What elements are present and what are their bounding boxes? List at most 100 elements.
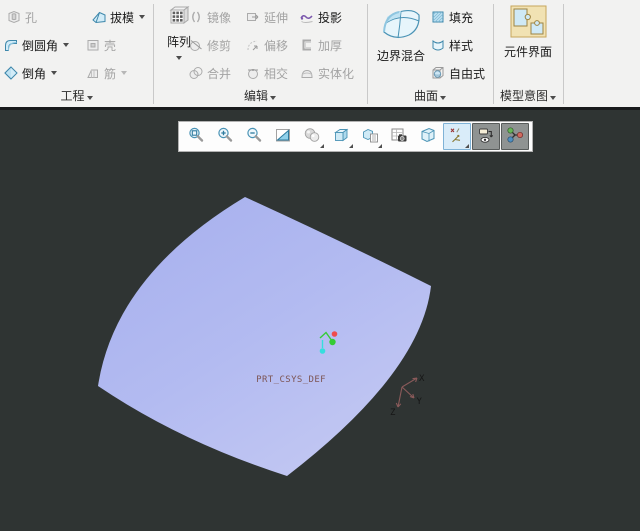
chevron-down-icon <box>51 71 58 75</box>
perspective-icon <box>419 126 437 148</box>
repaint-icon <box>274 126 292 148</box>
component-interface-icon <box>510 5 547 41</box>
fill-label: 填充 <box>449 10 474 25</box>
freestyle-button[interactable]: 自由式 <box>430 62 485 84</box>
trim-label: 修剪 <box>207 38 232 53</box>
chamfer-label: 倒角 <box>22 66 47 81</box>
thicken-icon <box>299 37 315 53</box>
intersect-label: 相交 <box>264 66 289 81</box>
boundary-blend-button[interactable]: 边界混合 <box>370 4 432 64</box>
zoom-in-button[interactable] <box>211 123 239 150</box>
repaint-button[interactable] <box>269 123 297 150</box>
solidify-button: 实体化 <box>299 62 354 84</box>
shading-style-icon <box>303 126 321 148</box>
group-label-model-intent[interactable]: 模型意图 <box>494 87 562 104</box>
mirror-button: 镜像 <box>188 6 231 28</box>
shell-button: 壳 <box>85 34 116 56</box>
shading-style-button[interactable] <box>298 123 326 150</box>
shell-icon <box>85 37 101 53</box>
rib-button: 筋 <box>85 62 128 84</box>
model-scene: PRT_CSYS_DEF X Y Z <box>98 197 431 476</box>
solidify-label: 实体化 <box>318 66 355 81</box>
hole-button: 孔 <box>6 6 37 28</box>
round-icon <box>3 37 19 53</box>
merge-icon <box>188 65 204 81</box>
chevron-down-icon <box>121 71 128 75</box>
project-label: 投影 <box>318 10 343 25</box>
group-separator <box>563 4 564 104</box>
fill-button[interactable]: 填充 <box>430 6 473 28</box>
ribbon-group-edit: 阵列 镜像 延伸 投影 修剪 偏移 加厚 合并 相交 实体化 编辑 <box>154 0 366 107</box>
rib-icon <box>85 65 101 81</box>
spin-center-button[interactable] <box>501 123 529 150</box>
chevron-down-icon <box>176 56 182 60</box>
ribbon-group-model-intent: 元件界面 模型意图 <box>494 0 562 107</box>
merge-label: 合并 <box>207 66 232 81</box>
component-interface-button[interactable]: 元件界面 <box>494 5 562 60</box>
offset-button: 偏移 <box>245 34 288 56</box>
ribbon: 孔 拔模 倒圆角 壳 倒角 筋 工程 阵列 镜像 延伸 投影 修剪 偏移 加厚 … <box>0 0 640 110</box>
chamfer-button[interactable]: 倒角 <box>3 62 58 84</box>
chevron-down-icon <box>139 15 146 19</box>
chevron-down-icon <box>270 96 276 100</box>
group-label-engineering[interactable]: 工程 <box>0 87 153 104</box>
refit-icon <box>187 126 205 148</box>
draft-button[interactable]: 拔模 <box>91 6 146 28</box>
offset-icon <box>245 37 261 53</box>
extend-label: 延伸 <box>264 10 289 25</box>
project-button[interactable]: 投影 <box>299 6 342 28</box>
extend-button: 延伸 <box>245 6 288 28</box>
freestyle-label: 自由式 <box>449 66 486 81</box>
ribbon-group-engineering: 孔 拔模 倒圆角 壳 倒角 筋 工程 <box>0 0 153 107</box>
group-label-surface[interactable]: 曲面 <box>368 87 492 104</box>
style-icon <box>430 37 446 53</box>
group-label-text: 模型意图 <box>499 89 548 103</box>
ribbon-group-surface: 边界混合 填充 样式 自由式 曲面 <box>368 0 492 107</box>
group-label-text: 工程 <box>60 89 85 103</box>
annotation-display-icon <box>477 126 495 148</box>
spin-center-icon <box>506 126 524 148</box>
hole-label: 孔 <box>25 10 38 25</box>
offset-label: 偏移 <box>264 38 289 53</box>
zoom-out-icon <box>245 126 263 148</box>
axis-z-label: Z <box>390 408 396 418</box>
extend-icon <box>245 9 261 25</box>
trim-icon <box>188 37 204 53</box>
surface-patch[interactable] <box>98 197 431 476</box>
round-button[interactable]: 倒圆角 <box>3 34 70 56</box>
merge-button: 合并 <box>188 62 231 84</box>
graphics-toolbar <box>178 121 533 152</box>
style-button[interactable]: 样式 <box>430 34 473 56</box>
mirror-label: 镜像 <box>207 10 232 25</box>
trim-button: 修剪 <box>188 34 231 56</box>
chevron-down-icon <box>63 43 70 47</box>
style-label: 样式 <box>449 38 474 53</box>
component-interface-label: 元件界面 <box>503 45 552 59</box>
intersect-button: 相交 <box>245 62 288 84</box>
boundary-blend-icon <box>379 4 423 45</box>
chevron-down-icon <box>440 96 446 100</box>
saved-views-button[interactable] <box>356 123 384 150</box>
axis-x-label: X <box>419 374 425 384</box>
refit-button[interactable] <box>182 123 210 150</box>
thicken-label: 加厚 <box>318 38 343 53</box>
view-images-button[interactable] <box>385 123 413 150</box>
perspective-button[interactable] <box>414 123 442 150</box>
group-label-edit[interactable]: 编辑 <box>154 87 366 104</box>
creo-window: 孔 拔模 倒圆角 壳 倒角 筋 工程 阵列 镜像 延伸 投影 修剪 偏移 加厚 … <box>0 0 640 531</box>
zoom-out-button[interactable] <box>240 123 268 150</box>
graphics-area[interactable]: PRT_CSYS_DEF X Y Z <box>0 110 640 531</box>
annotation-display-button[interactable] <box>472 123 500 150</box>
chevron-down-icon <box>550 96 556 100</box>
rib-label: 筋 <box>104 66 117 81</box>
display-style-button[interactable] <box>327 123 355 150</box>
round-label: 倒圆角 <box>22 38 59 53</box>
view-images-icon <box>390 126 408 148</box>
datum-display-button[interactable] <box>443 123 471 150</box>
solidify-icon <box>299 65 315 81</box>
draft-icon <box>91 9 107 25</box>
boundary-blend-label: 边界混合 <box>376 49 425 63</box>
csys-label[interactable]: PRT_CSYS_DEF <box>256 375 326 385</box>
axis-y-label: Y <box>417 397 423 407</box>
draft-label: 拔模 <box>110 10 135 25</box>
